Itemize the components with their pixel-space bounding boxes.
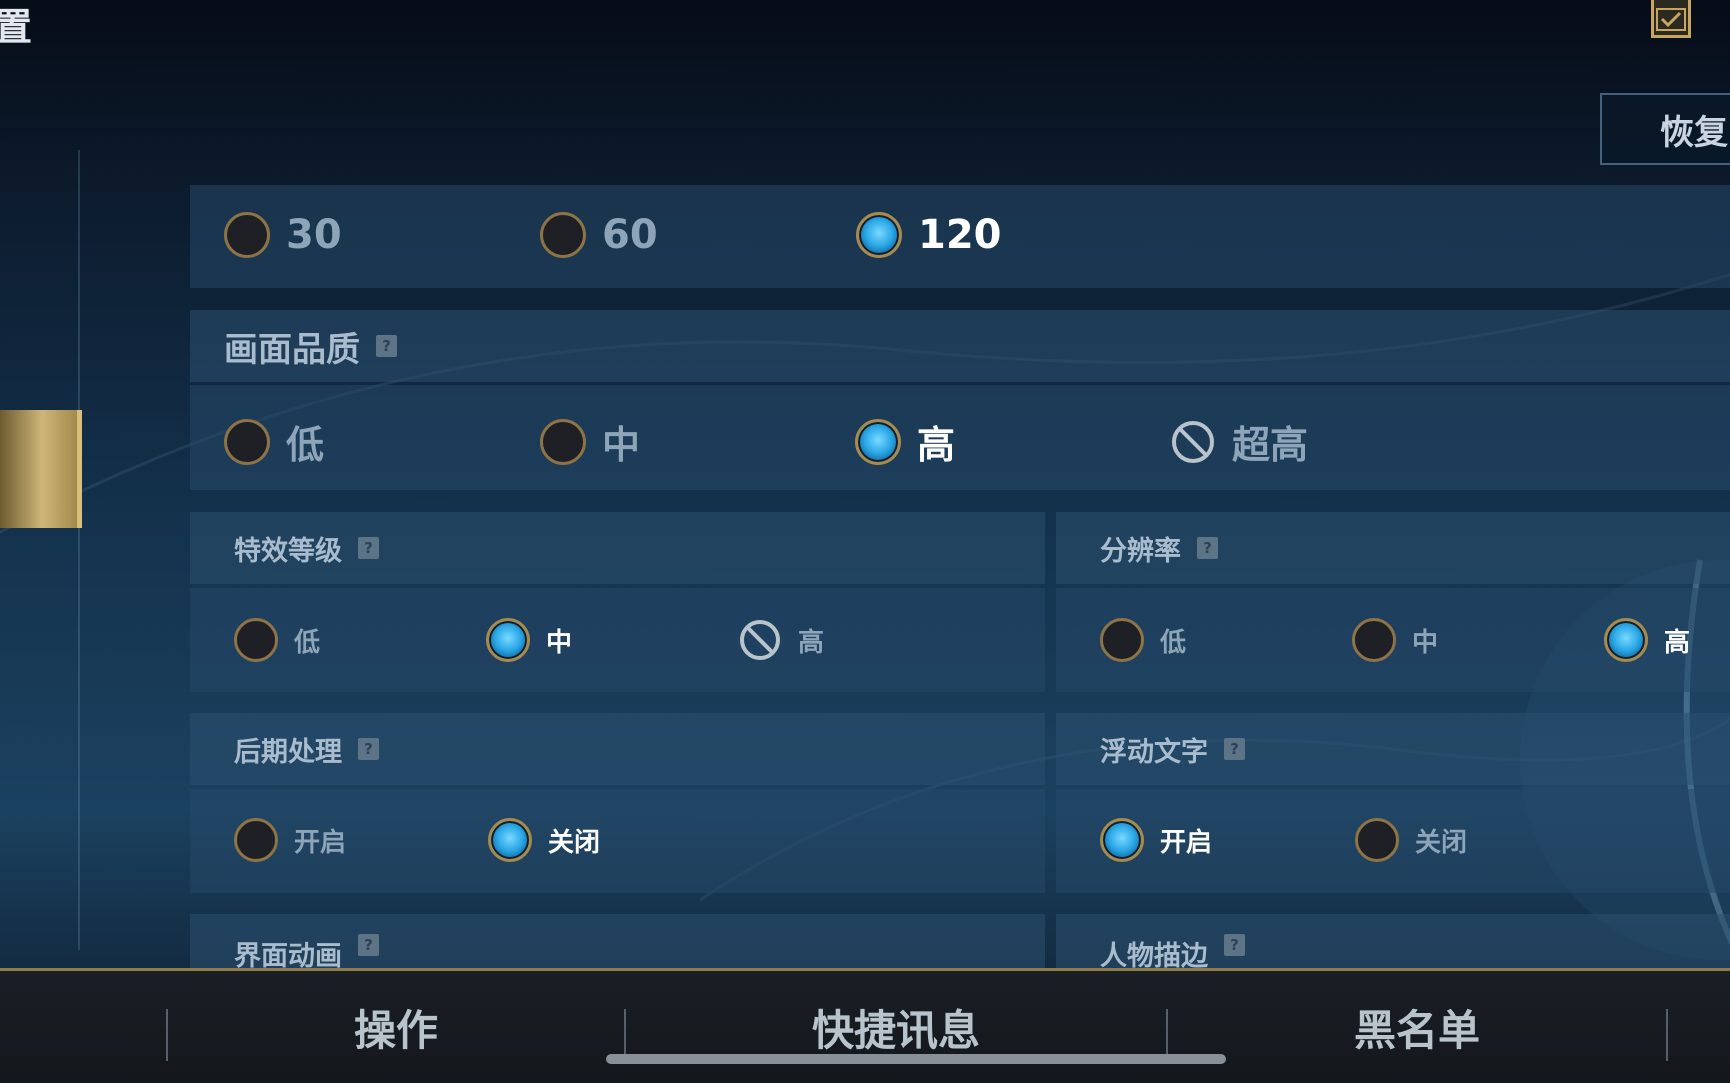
bottom-tab-bar: 操作 快捷讯息 黑名单 [0, 968, 1730, 1083]
help-icon[interactable]: ? [358, 738, 379, 760]
help-icon[interactable]: ? [376, 335, 397, 357]
option-label: 高 [1664, 627, 1691, 658]
framerate-option-30[interactable]: 30 [224, 212, 342, 258]
radio-button [234, 818, 278, 862]
radio-button-selected [1604, 618, 1648, 662]
effects-title: 特效等级 [234, 535, 342, 567]
effects-option-low[interactable]: 低 [234, 618, 320, 662]
effects-option-high-disabled: 高 [738, 618, 824, 662]
help-icon[interactable]: ? [1224, 738, 1245, 760]
tab-label: 操作 [353, 1005, 438, 1055]
floating-text-header: 浮动文字 ? [1056, 713, 1730, 785]
help-icon[interactable]: ? [358, 537, 379, 559]
radio-button [540, 212, 586, 258]
option-label: 关闭 [1415, 827, 1468, 858]
sidebar-rail [78, 150, 80, 950]
resolution-option-low[interactable]: 低 [1100, 618, 1186, 662]
quality-option-ultra-disabled: 超高 [1170, 414, 1308, 469]
postprocess-header: 后期处理 ? [190, 713, 1045, 785]
resolution-option-medium[interactable]: 中 [1352, 618, 1438, 662]
tab-quick-messages[interactable]: 快捷讯息 [626, 971, 1166, 1083]
option-label: 60 [602, 212, 658, 258]
option-label: 开启 [1160, 827, 1213, 858]
confirm-button[interactable] [1651, 0, 1691, 38]
effects-header: 特效等级 ? [190, 512, 1045, 584]
quality-option-medium[interactable]: 中 [540, 414, 640, 469]
home-indicator[interactable] [606, 1054, 1226, 1064]
option-label: 低 [294, 627, 321, 658]
quality-panel [190, 385, 1730, 490]
radio-button [540, 418, 586, 465]
restore-defaults-button[interactable]: 恢复 [1600, 93, 1730, 165]
option-label: 开启 [294, 827, 347, 858]
framerate-option-60[interactable]: 60 [540, 212, 658, 258]
resolution-option-high[interactable]: 高 [1604, 618, 1690, 662]
radio-button [1100, 618, 1144, 662]
radio-button [1355, 818, 1399, 862]
floating-text-option-on[interactable]: 开启 [1100, 818, 1212, 862]
radio-button [234, 618, 278, 662]
radio-button-selected [1100, 818, 1144, 862]
tab-label: 快捷讯息 [811, 1005, 980, 1055]
restore-label: 恢复 [1660, 112, 1728, 153]
postprocess-option-on[interactable]: 开启 [234, 818, 346, 862]
option-label: 中 [546, 627, 573, 658]
sidebar-tab-active[interactable] [0, 410, 82, 528]
postprocess-title: 后期处理 [234, 736, 342, 768]
ui-animation-header: 界面动画 ? [190, 914, 1045, 972]
quality-option-high[interactable]: 高 [855, 414, 955, 469]
quality-header: 画面品质 ? [190, 310, 1730, 382]
floating-text-option-off[interactable]: 关闭 [1355, 818, 1467, 862]
help-icon[interactable]: ? [1224, 934, 1245, 956]
postprocess-option-off[interactable]: 关闭 [488, 818, 600, 862]
help-icon[interactable]: ? [1197, 537, 1218, 559]
option-label: 超高 [1232, 423, 1309, 467]
option-label: 低 [1160, 627, 1187, 658]
floating-text-title: 浮动文字 [1100, 736, 1208, 768]
character-outline-header: 人物描边 ? [1056, 914, 1730, 972]
framerate-option-120[interactable]: 120 [856, 212, 1002, 258]
radio-button-selected [855, 418, 901, 465]
radio-button-selected [488, 818, 532, 862]
radio-button [224, 212, 270, 258]
effects-option-medium[interactable]: 中 [486, 618, 572, 662]
tab-controls[interactable]: 操作 [168, 971, 624, 1083]
option-label: 关闭 [548, 827, 601, 858]
option-label: 中 [602, 423, 641, 467]
option-label: 中 [1412, 627, 1439, 658]
option-label: 30 [286, 212, 342, 258]
quality-title: 画面品质 [224, 329, 360, 370]
option-label: 高 [798, 627, 825, 658]
tab-label: 黑名单 [1353, 1005, 1480, 1055]
quality-option-low[interactable]: 低 [224, 414, 324, 469]
help-icon[interactable]: ? [358, 934, 379, 956]
option-label: 120 [918, 212, 1002, 258]
radio-button [1352, 618, 1396, 662]
radio-button-selected [856, 212, 902, 258]
radio-button-selected [486, 618, 530, 662]
page-title-fragment: 置 [0, 5, 33, 49]
option-label: 高 [917, 423, 956, 467]
radio-button [224, 418, 270, 465]
tab-blacklist[interactable]: 黑名单 [1168, 971, 1666, 1083]
prohibited-icon [1172, 420, 1214, 463]
prohibited-icon [740, 620, 780, 660]
option-label: 低 [286, 423, 325, 467]
resolution-header: 分辨率 ? [1056, 512, 1730, 584]
tab-divider [1666, 1009, 1668, 1061]
checkbox-check-icon [1656, 7, 1686, 31]
resolution-title: 分辨率 [1100, 535, 1181, 567]
